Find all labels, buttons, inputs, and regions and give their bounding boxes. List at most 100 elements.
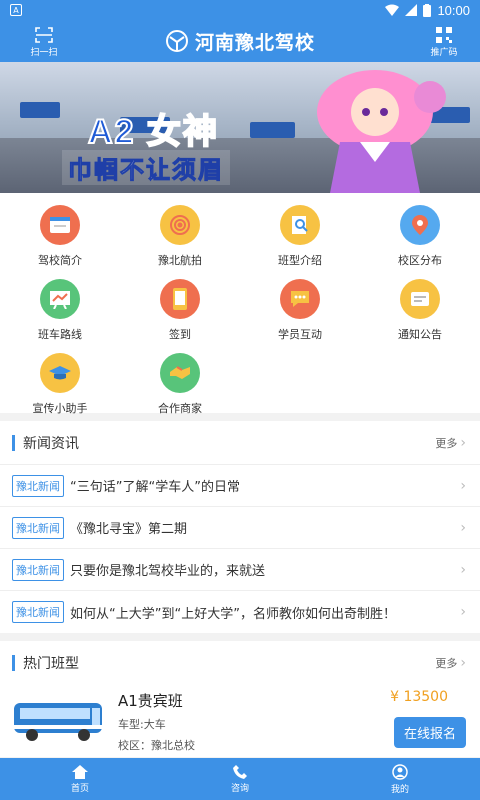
news-header: 新闻资讯 更多 ›: [0, 421, 480, 465]
scan-button[interactable]: 扫一扫: [22, 24, 66, 60]
news-text: 如何从“上大学”到“上好大学”，名师教你如何出奇制胜！: [70, 606, 396, 622]
course-price: ¥ 13500: [390, 689, 448, 705]
grid-item-check-in[interactable]: 签到: [120, 279, 240, 353]
scan-icon: [35, 26, 53, 43]
grid-item-label: 通知公告: [398, 328, 442, 341]
chat-icon: [280, 279, 320, 319]
news-text: “三句话”了解“学车人”的日常: [70, 480, 240, 495]
chevron-right-icon: ›: [460, 434, 466, 451]
grid-item-label: 合作商家: [158, 402, 202, 415]
tab-label: 首页: [70, 783, 89, 794]
notification-icon: A: [10, 4, 22, 16]
course-card[interactable]: A1贵宾班 车型:大车 校区：豫北总校 ¥ 13500 在线报名: [0, 685, 480, 757]
bus-image: [14, 703, 102, 741]
page-title-text: 河南豫北驾校: [194, 31, 315, 54]
feature-grid: 驾校简介 豫北航拍 班型介绍 校区分布 班车路线 签到 学员互动 通知公告 宣传…: [0, 193, 480, 415]
grid-item-label: 签到: [169, 328, 191, 341]
user-icon: [392, 763, 408, 780]
signal-icon: [405, 4, 418, 16]
news-tag: 豫北新闻: [12, 516, 64, 539]
course-campus: 校区：豫北总校: [118, 738, 195, 752]
grid-item-label: 驾校简介: [38, 254, 82, 267]
handshake-icon: [160, 353, 200, 393]
scan-label: 扫一扫: [30, 47, 58, 58]
news-tag: 豫北新闻: [12, 601, 64, 623]
grid-item-label: 学员互动: [278, 328, 322, 341]
news-text: 只要你是豫北驾校毕业的，来就送: [70, 564, 266, 579]
grid-item-notices[interactable]: 通知公告: [360, 279, 480, 353]
grid-item-partners[interactable]: 合作商家: [120, 353, 240, 427]
banner-headline: A2 女神: [87, 112, 219, 152]
grid-item-label: 宣传小助手: [32, 402, 88, 415]
tab-mine[interactable]: 我的: [320, 758, 480, 800]
news-item[interactable]: 豫北新闻 如何从“上大学”到“上好大学”，名师教你如何出奇制胜！ ›: [0, 591, 480, 633]
promo-code-label: 推广码: [430, 47, 458, 58]
status-time: 10:00: [437, 2, 470, 18]
status-bar: A 10:00: [0, 0, 480, 20]
tab-label: 咨询: [230, 783, 249, 794]
school-logo-icon: [165, 30, 188, 52]
chevron-right-icon: ›: [460, 561, 466, 578]
more-label: 更多: [435, 436, 458, 450]
anime-girl-illustration: [317, 70, 446, 193]
more-label: 更多: [435, 657, 458, 670]
grid-item-interaction[interactable]: 学员互动: [240, 279, 360, 353]
chevron-right-icon: ›: [460, 604, 466, 620]
app-header: 扫一扫 河南豫北驾校 推广码: [0, 20, 480, 62]
promo-banner[interactable]: A2 女神 巾帼不让须眉: [0, 62, 480, 193]
course-vehicle-type: 车型:大车: [118, 717, 166, 731]
grid-item-label: 班车路线: [38, 328, 82, 341]
grid-item-shuttle-route[interactable]: 班车路线: [0, 279, 120, 353]
section-accent-bar: [12, 655, 15, 671]
search-doc-icon: [280, 205, 320, 245]
banner-truck: [250, 122, 295, 138]
phone-icon: [160, 279, 200, 319]
map-pin-icon: [400, 205, 440, 245]
home-icon: [72, 764, 88, 779]
grid-item-promo-helper[interactable]: 宣传小助手: [0, 353, 120, 427]
browser-icon: [40, 205, 80, 245]
banner-slogan: 巾帼不让须眉: [62, 150, 230, 185]
news-text: 《豫北寻宝》第二期: [70, 522, 188, 537]
course-name: A1贵宾班: [118, 691, 183, 710]
news-item[interactable]: 豫北新闻 “三句话”了解“学车人”的日常 ›: [0, 465, 480, 507]
wifi-icon: [385, 4, 400, 16]
hot-title: 热门班型: [23, 656, 79, 672]
hot-more-link[interactable]: 更多 ›: [435, 655, 466, 671]
news-more-link[interactable]: 更多 ›: [435, 435, 466, 451]
hot-header: 热门班型 更多 ›: [0, 641, 480, 685]
banner-truck: [20, 102, 60, 118]
notice-icon: [400, 279, 440, 319]
news-item[interactable]: 豫北新闻 只要你是豫北驾校毕业的，来就送 ›: [0, 549, 480, 591]
graduation-cap-icon: [40, 353, 80, 393]
tab-home[interactable]: 首页: [0, 758, 160, 800]
battery-icon: [423, 3, 432, 17]
chevron-right-icon: ›: [460, 477, 466, 494]
grid-item-label: 豫北航拍: [158, 254, 202, 267]
grid-item-class-types[interactable]: 班型介绍: [240, 205, 360, 279]
news-tag: 豫北新闻: [12, 558, 64, 581]
tab-consult[interactable]: 咨询: [160, 758, 320, 800]
target-icon: [160, 205, 200, 245]
grid-item-label: 班型介绍: [278, 254, 322, 267]
news-title: 新闻资讯: [23, 435, 79, 452]
section-accent-bar: [12, 434, 15, 451]
qr-code-icon: [436, 26, 452, 43]
chevron-right-icon: ›: [460, 655, 466, 671]
online-signup-button[interactable]: 在线报名: [393, 717, 466, 748]
bottom-tab-bar: 首页 咨询 我的: [0, 758, 480, 800]
hot-courses-section: 热门班型 更多 › A1贵宾班 车型:大车 校区：豫北总校 ¥ 13500 在线报…: [0, 641, 480, 757]
chevron-right-icon: ›: [460, 519, 466, 536]
grid-item-campus-map[interactable]: 校区分布: [360, 205, 480, 279]
news-tag: 豫北新闻: [12, 474, 64, 497]
page-title: 河南豫北驾校: [165, 28, 315, 55]
grid-item-label: 校区分布: [398, 254, 442, 267]
tab-label: 我的: [390, 784, 409, 795]
grid-item-aerial[interactable]: 豫北航拍: [120, 205, 240, 279]
news-item[interactable]: 豫北新闻 《豫北寻宝》第二期 ›: [0, 507, 480, 549]
news-section: 新闻资讯 更多 › 豫北新闻 “三句话”了解“学车人”的日常 › 豫北新闻 《豫北…: [0, 421, 480, 633]
route-board-icon: [40, 279, 80, 319]
grid-item-school-intro[interactable]: 驾校简介: [0, 205, 120, 279]
phone-call-icon: [233, 764, 247, 779]
promo-code-button[interactable]: 推广码: [422, 24, 466, 60]
